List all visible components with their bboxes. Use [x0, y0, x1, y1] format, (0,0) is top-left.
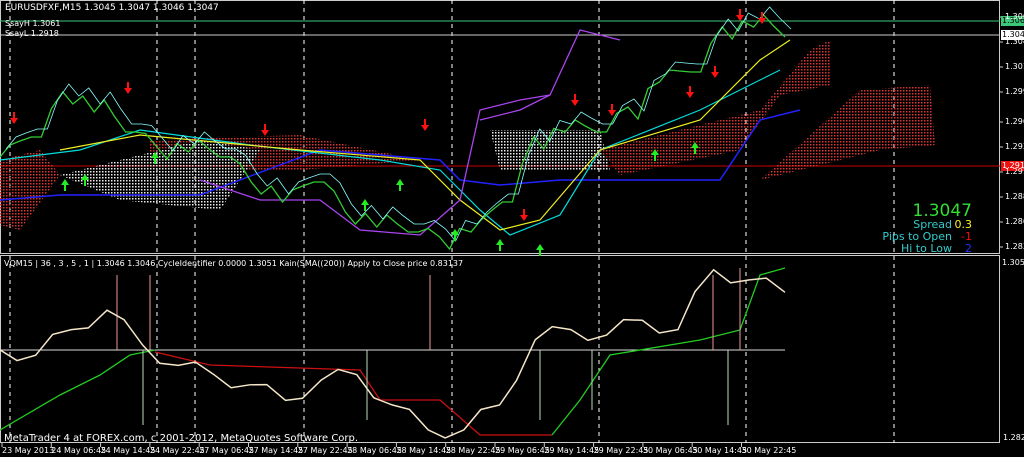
buy-arrow-icon: [61, 179, 69, 191]
y-tick-label: 1.2990: [1005, 87, 1024, 96]
swing-high-label: SsayH 1.3061: [5, 19, 61, 28]
y-tick-label: 1.3040: [1005, 37, 1024, 46]
price-line: [0, 14, 786, 251]
y-tick-label: 1.2885: [1005, 192, 1024, 201]
y-tick-label: 1.3015: [1005, 62, 1024, 71]
y-tick-label: 1.2910: [1005, 167, 1024, 176]
x-tick-label: 27 May 14:45: [248, 446, 304, 455]
cycle-line-red: [154, 351, 552, 436]
x-tick-label: 27 May 22:45: [297, 446, 353, 455]
sell-arrow-icon: [261, 124, 269, 136]
price-high-line: [5, 6, 792, 242]
sell-arrow-icon: [520, 209, 528, 221]
buy-arrow-icon: [396, 179, 404, 191]
x-tick-label: 24 May 14:45: [100, 446, 156, 455]
sell-arrow-icon: [736, 9, 744, 21]
x-tick-label: 30 May 06:45: [642, 446, 698, 455]
x-tick-label: 24 May 06:45: [51, 446, 107, 455]
y-tick-label: 1.2835: [1005, 242, 1024, 251]
x-tick-label: 29 May 06:45: [495, 446, 550, 455]
sell-arrow-icon: [421, 119, 429, 131]
x-tick-label: 28 May 22:45: [445, 446, 501, 455]
swing-low-label: SsayL 1.2918: [5, 29, 59, 38]
x-tick-label: 23 May 2013: [2, 446, 55, 455]
x-tick-label: 29 May 14:45: [544, 446, 600, 455]
indicator-y-tick-label: 1.2827: [1003, 433, 1024, 442]
x-tick-label: 30 May 14:45: [692, 446, 748, 455]
sell-arrow-icon: [758, 12, 766, 24]
indicator-y-tick-label: 1.3056: [1002, 258, 1024, 267]
buy-arrow-icon: [536, 244, 544, 256]
y-tick-label: 1.3065: [1005, 12, 1024, 21]
x-tick-label: 30 May 22:45: [741, 446, 797, 455]
x-tick-label: 28 May 06:45: [347, 446, 402, 455]
sell-arrow-icon: [686, 86, 694, 98]
x-tick-label: 27 May 06:45: [199, 446, 255, 455]
x-tick-label: 28 May 14:45: [396, 446, 452, 455]
sell-arrow-icon: [711, 66, 719, 78]
oscillator-line: [0, 268, 786, 439]
chart-canvas[interactable]: [0, 0, 1024, 457]
indicator-header: VQM15 | 36 , 3 , 5 , 1 | 1.3046 1.3046 C…: [4, 259, 464, 268]
hi-to-low-label: Hi to Low: [900, 242, 952, 255]
sell-arrow-icon: [571, 94, 579, 106]
cycle-line-green: [551, 267, 786, 436]
y-tick-label: 1.2960: [1005, 117, 1024, 126]
x-tick-label: 24 May 22:45: [149, 446, 205, 455]
y-tick-label: 1.2860: [1005, 217, 1024, 226]
sell-arrow-icon: [124, 82, 132, 94]
x-tick-label: 29 May 22:45: [593, 446, 649, 455]
y-tick-label: 1.2935: [1005, 142, 1024, 151]
cycle-line-green: [0, 349, 156, 431]
sell-arrow-icon: [608, 104, 616, 116]
sell-arrow-icon: [10, 112, 18, 124]
cloud-bearish: [0, 150, 60, 230]
copyright-text: MetaTrader 4 at FOREX.com, c 2001-2012, …: [4, 433, 359, 444]
buy-arrow-icon: [496, 239, 504, 251]
symbol-header: EURUSDFXF,M15 1.3045 1.3047 1.3046 1.304…: [5, 3, 219, 13]
hi-to-low-value: 2: [965, 242, 972, 255]
